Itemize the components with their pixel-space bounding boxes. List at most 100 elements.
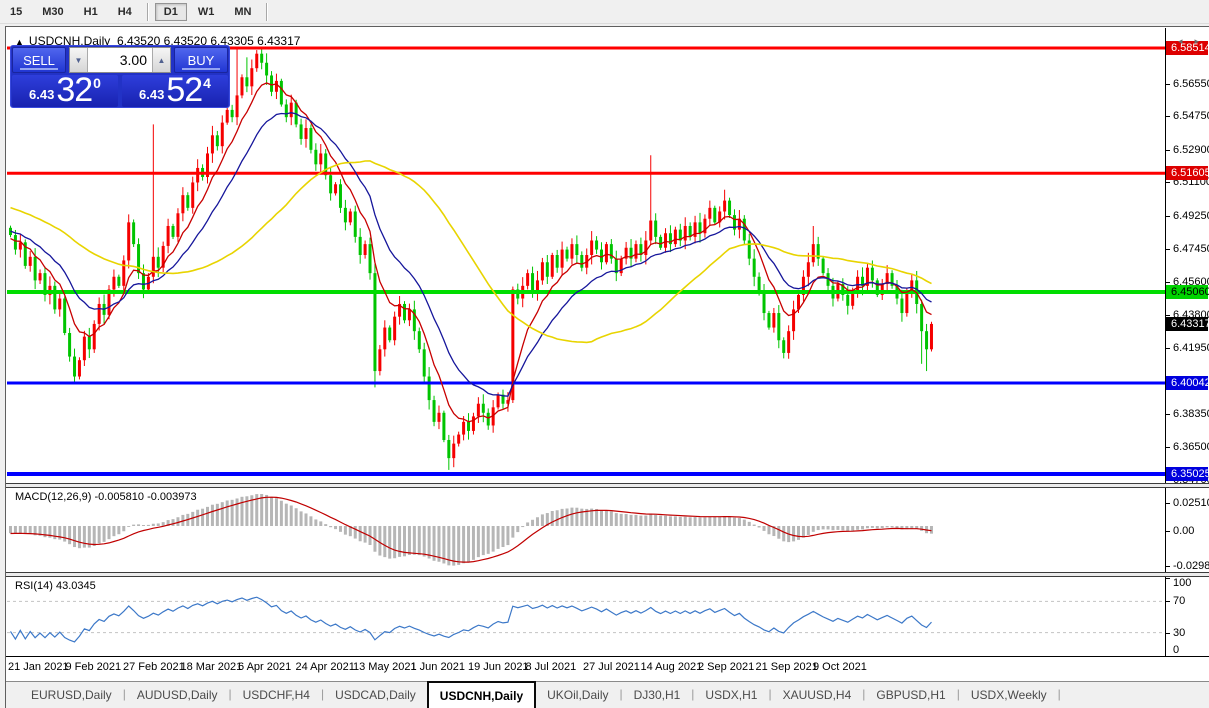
date-label: 18 Mar 2021 [181, 661, 243, 673]
chart-tab-dj30[interactable]: DJ30,H1 [623, 682, 692, 708]
rsi-tick-mark [1166, 578, 1170, 579]
price-axis[interactable]: 6.565506.547506.529006.511006.492506.474… [1165, 28, 1209, 483]
rsi-label: RSI(14) 43.0345 [15, 580, 96, 592]
volume-spinner: ▼ ▲ [69, 47, 171, 73]
price-tick-label: 6.41950 [1173, 342, 1209, 354]
chart-tab-bar: EURUSD,Daily|AUDUSD,Daily|USDCHF,H4|USDC… [6, 681, 1209, 708]
date-label: 2 Sep 2021 [698, 661, 754, 673]
macd-tick-label: 0.00 [1173, 525, 1194, 537]
toolbar-separator [266, 3, 268, 21]
price-tick-mark [1166, 348, 1170, 349]
rsi-tick-label: 70 [1173, 595, 1185, 607]
price-tick-mark [1166, 150, 1170, 151]
date-label: 21 Sep 2021 [756, 661, 818, 673]
price-tick-label: 6.47450 [1173, 243, 1209, 255]
price-tick-mark [1166, 216, 1170, 217]
date-label: 21 Jan 2021 [8, 661, 69, 673]
price-level-badge: 6.35025 [1166, 467, 1208, 481]
macd-tick-mark [1166, 503, 1170, 504]
rsi-tick-label: 100 [1173, 577, 1191, 589]
price-tick-mark [1166, 249, 1170, 250]
date-label: 13 May 2021 [353, 661, 417, 673]
chart-tab-usdx[interactable]: USDX,H1 [694, 682, 768, 708]
chart-tab-usdchf[interactable]: USDCHF,H4 [232, 682, 321, 708]
price-level-badge: 6.43317 [1166, 317, 1208, 331]
rsi-tick-label: 0 [1173, 644, 1179, 656]
timeframe-button-m30[interactable]: M30 [33, 3, 72, 21]
buy-price-display[interactable]: 6.43 52 4 [122, 75, 228, 107]
date-label: 9 Oct 2021 [813, 661, 867, 673]
rsi-pane: RSI(14) 43.0345 100 70 30 0 [6, 577, 1209, 657]
chart-tab-ukoil[interactable]: UKOil,Daily [536, 682, 619, 708]
chart-tab-usdcnh[interactable]: USDCNH,Daily [427, 681, 536, 708]
chart-tab-xauusd[interactable]: XAUUSD,H4 [772, 682, 863, 708]
timeframe-button-mn[interactable]: MN [225, 3, 260, 21]
price-tick-label: 6.54750 [1173, 110, 1209, 122]
date-label: 27 Jul 2021 [583, 661, 640, 673]
sell-price-main: 32 [56, 76, 92, 106]
timeframe-button-h4[interactable]: H4 [109, 3, 141, 21]
price-tick-label: 6.56550 [1173, 78, 1209, 90]
tab-separator: | [1058, 682, 1061, 708]
macd-tick-mark [1166, 566, 1170, 567]
sell-button[interactable]: SELL [12, 47, 66, 73]
timeframe-button-15[interactable]: 15 [1, 3, 31, 21]
macd-tick-label: 0.025108 [1173, 497, 1209, 509]
rsi-tick-mark [1166, 633, 1170, 634]
main-chart-pane: ▲USDCNH,Daily 6.43520 6.43520 6.43305 6.… [6, 28, 1209, 483]
buy-price-pip: 4 [203, 75, 211, 91]
date-label: 8 Jul 2021 [526, 661, 577, 673]
price-level-badge: 6.40042 [1166, 376, 1208, 390]
price-tick-label: 6.38350 [1173, 408, 1209, 420]
tab-scroll-left-icon[interactable]: ◂ [1178, 36, 1183, 46]
sell-price-prefix: 6.43 [29, 87, 54, 102]
volume-increase-icon[interactable]: ▲ [152, 48, 170, 72]
price-tick-mark [1166, 282, 1170, 283]
price-tick-label: 6.49250 [1173, 210, 1209, 222]
timeframe-button-w1[interactable]: W1 [189, 3, 224, 21]
date-label: 6 Apr 2021 [238, 661, 291, 673]
date-label: 27 Feb 2021 [123, 661, 185, 673]
chart-tab-usdx[interactable]: USDX,Weekly [960, 682, 1058, 708]
chart-tab-eurusd[interactable]: EURUSD,Daily [20, 682, 123, 708]
rsi-tick-mark [1166, 601, 1170, 602]
timeframe-button-d1[interactable]: D1 [155, 3, 187, 21]
tab-scroll-right-icon[interactable]: ▸ [1194, 36, 1199, 46]
sell-price-pip: 0 [93, 75, 101, 91]
macd-tick-mark [1166, 531, 1170, 532]
volume-input[interactable] [88, 48, 152, 72]
timeframe-toolbar: 15M30H1H4 D1W1MN [0, 0, 1209, 24]
rsi-axis: 100 70 30 0 [1165, 577, 1209, 656]
toolbar-separator [147, 3, 149, 21]
timeframe-button-h1[interactable]: H1 [75, 3, 107, 21]
price-tick-label: 6.36500 [1173, 441, 1209, 453]
date-label: 1 Jun 2021 [411, 661, 465, 673]
macd-tick-label: -0.02988 [1173, 560, 1209, 572]
sell-price-display[interactable]: 6.43 32 0 [12, 75, 118, 107]
date-label: 9 Feb 2021 [66, 661, 122, 673]
volume-decrease-icon[interactable]: ▼ [70, 48, 88, 72]
date-label: 14 Aug 2021 [641, 661, 703, 673]
tab-scroll-arrows: ◂▸ [1178, 36, 1199, 47]
macd-label: MACD(12,26,9) -0.005810 -0.003973 [15, 491, 197, 503]
chart-tab-usdcad[interactable]: USDCAD,Daily [324, 682, 427, 708]
chart-tab-audusd[interactable]: AUDUSD,Daily [126, 682, 229, 708]
date-label: 24 Apr 2021 [296, 661, 355, 673]
price-tick-mark [1166, 84, 1170, 85]
price-tick-mark [1166, 182, 1170, 183]
one-click-trade-panel: SELL ▼ ▲ BUY 6.43 32 0 6.43 52 4 [10, 45, 230, 108]
buy-button[interactable]: BUY [174, 47, 228, 73]
buy-price-prefix: 6.43 [139, 87, 164, 102]
price-tick-mark [1166, 447, 1170, 448]
date-label: 19 Jun 2021 [468, 661, 529, 673]
rsi-plot[interactable] [7, 577, 1165, 656]
price-level-badge: 6.51605 [1166, 166, 1208, 180]
date-axis[interactable]: 21 Jan 20219 Feb 202127 Feb 202118 Mar 2… [6, 657, 1209, 681]
rsi-tick-label: 30 [1173, 627, 1185, 639]
buy-price-main: 52 [166, 76, 202, 106]
price-tick-label: 6.52900 [1173, 144, 1209, 156]
macd-pane: MACD(12,26,9) -0.005810 -0.003973 0.0251… [6, 488, 1209, 572]
macd-axis: 0.025108 0.00 -0.02988 [1165, 488, 1209, 572]
price-tick-mark [1166, 116, 1170, 117]
chart-tab-gbpusd[interactable]: GBPUSD,H1 [865, 682, 956, 708]
